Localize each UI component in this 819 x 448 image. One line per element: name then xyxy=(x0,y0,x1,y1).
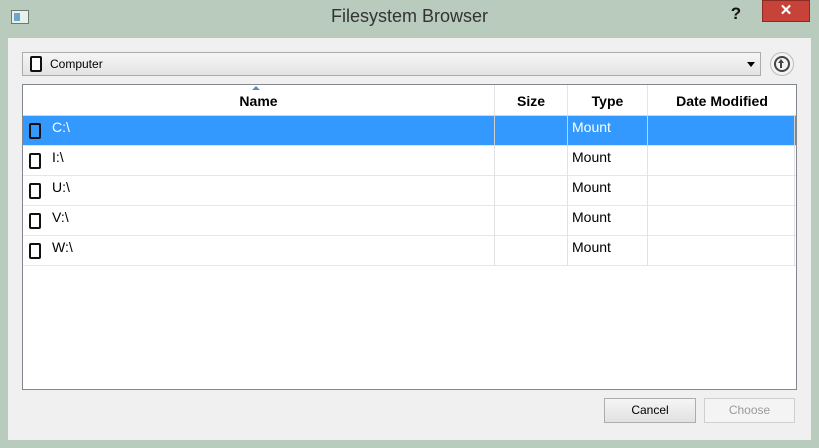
drive-icon xyxy=(30,56,42,72)
table-row[interactable]: C:\ Mount xyxy=(23,116,796,146)
cell-type: Mount xyxy=(568,236,648,266)
cell-date-modified xyxy=(648,146,795,176)
cell-name: C:\ xyxy=(23,116,495,146)
drive-icon xyxy=(29,183,41,199)
cell-type: Mount xyxy=(568,206,648,236)
chevron-down-icon xyxy=(747,62,755,67)
column-header-size[interactable]: Size xyxy=(495,85,568,115)
sort-ascending-icon xyxy=(252,86,260,90)
cell-size xyxy=(495,206,568,236)
window-title: Filesystem Browser xyxy=(330,6,489,26)
drive-name: U:\ xyxy=(52,179,70,195)
drive-icon xyxy=(29,213,41,229)
cell-name: U:\ xyxy=(23,176,495,206)
cell-name: V:\ xyxy=(23,206,495,236)
table-row[interactable]: V:\ Mount xyxy=(23,206,796,236)
choose-button[interactable]: Choose xyxy=(704,398,795,423)
cell-size xyxy=(495,176,568,206)
cell-date-modified xyxy=(648,236,795,266)
column-header-type[interactable]: Type xyxy=(568,85,648,115)
table-row[interactable]: U:\ Mount xyxy=(23,176,796,206)
parent-directory-button[interactable] xyxy=(770,52,794,76)
close-button[interactable]: ✕ xyxy=(762,0,810,22)
drive-name: V:\ xyxy=(52,209,69,225)
location-dropdown[interactable]: Computer xyxy=(22,52,761,76)
cell-type: Mount xyxy=(568,116,648,146)
drive-icon xyxy=(29,123,41,139)
file-table[interactable]: Name Size Type Date Modified C:\ Mount I:\… xyxy=(22,84,797,390)
dialog-body: Computer Name Size Type Date Modified C:… xyxy=(8,38,811,440)
table-row[interactable]: W:\ Mount xyxy=(23,236,796,266)
location-value: Computer xyxy=(50,57,103,71)
cell-size xyxy=(495,116,568,146)
column-header-date-modified[interactable]: Date Modified xyxy=(648,85,796,115)
drive-name: I:\ xyxy=(52,149,64,165)
cancel-button[interactable]: Cancel xyxy=(604,398,696,423)
cell-date-modified xyxy=(648,116,795,146)
cell-name: I:\ xyxy=(23,146,495,176)
drive-icon xyxy=(29,243,41,259)
cell-type: Mount xyxy=(568,146,648,176)
cell-name: W:\ xyxy=(23,236,495,266)
cell-size xyxy=(495,146,568,176)
cell-date-modified xyxy=(648,206,795,236)
drive-icon xyxy=(29,153,41,169)
help-button[interactable]: ? xyxy=(725,3,747,25)
cell-date-modified xyxy=(648,176,795,206)
table-header: Name Size Type Date Modified xyxy=(23,85,796,116)
table-row[interactable]: I:\ Mount xyxy=(23,146,796,176)
title-bar[interactable]: Filesystem Browser ? ✕ xyxy=(0,0,819,38)
drive-name: C:\ xyxy=(52,119,70,135)
filesystem-browser-window: Filesystem Browser ? ✕ Computer Name Siz… xyxy=(0,0,819,448)
cell-type: Mount xyxy=(568,176,648,206)
drive-name: W:\ xyxy=(52,239,73,255)
cell-size xyxy=(495,236,568,266)
